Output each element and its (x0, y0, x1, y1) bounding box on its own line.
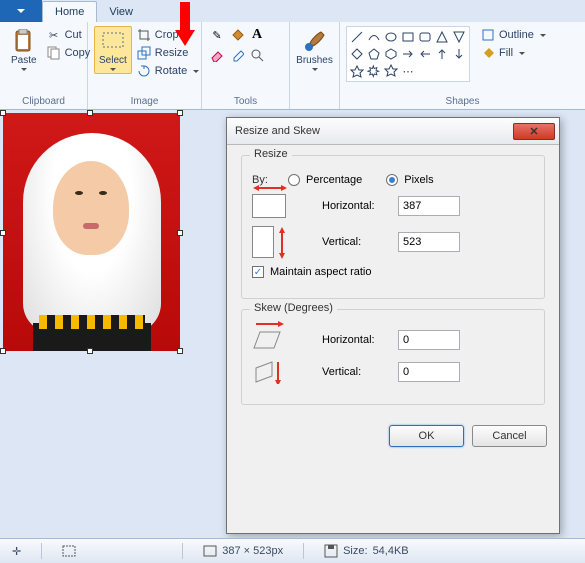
cancel-button[interactable]: Cancel (472, 425, 547, 447)
skew-horizontal-label: Horizontal: (322, 334, 392, 346)
copy-icon (46, 45, 62, 61)
percentage-label: Percentage (306, 174, 362, 186)
cut-button[interactable]: ✂Cut (46, 26, 91, 44)
picker-tool[interactable] (228, 46, 246, 64)
fill-icon (480, 45, 496, 61)
chevron-down-icon (17, 9, 25, 13)
resize-icon (136, 45, 152, 61)
rotate-icon (136, 63, 152, 79)
skew-vertical-icon (252, 360, 282, 384)
fill-tool[interactable] (228, 26, 246, 44)
zoom-tool[interactable] (248, 46, 266, 64)
fill-button[interactable]: Fill (480, 44, 546, 62)
crop-icon (136, 27, 152, 43)
pixels-radio[interactable] (386, 174, 398, 186)
outline-button[interactable]: Outline (480, 26, 546, 44)
vertical-input[interactable] (398, 232, 460, 252)
resize-legend: Resize (250, 148, 292, 160)
paste-label: Paste (11, 55, 37, 66)
skew-legend: Skew (Degrees) (250, 302, 337, 314)
group-label-clipboard: Clipboard (6, 94, 81, 109)
skew-vertical-input[interactable] (398, 362, 460, 382)
ok-button[interactable]: OK (389, 425, 464, 447)
chevron-down-icon (540, 34, 546, 37)
horizontal-input[interactable] (398, 196, 460, 216)
maintain-ratio-label: Maintain aspect ratio (270, 266, 372, 278)
skew-horizontal-input[interactable] (398, 330, 460, 350)
status-bar: ✛ 387 × 523px Size: 54,4KB (0, 538, 585, 563)
cursor-pos-icon: ✛ (12, 545, 21, 558)
percentage-radio[interactable] (288, 174, 300, 186)
horizontal-label: Horizontal: (322, 200, 392, 212)
chevron-down-icon (519, 52, 525, 55)
resize-skew-dialog: Resize and Skew ✕ Resize By: Percentage … (226, 117, 560, 534)
select-label: Select (99, 55, 127, 66)
rotate-button[interactable]: Rotate (136, 62, 199, 80)
scissors-icon: ✂ (46, 27, 62, 43)
select-icon (101, 29, 125, 53)
tab-home[interactable]: Home (42, 1, 97, 22)
close-icon: ✕ (529, 125, 538, 138)
chevron-down-icon (110, 68, 116, 71)
tab-view[interactable]: View (97, 2, 145, 22)
group-label-image: Image (94, 94, 195, 109)
horizontal-icon (252, 194, 286, 218)
skew-horizontal-icon (252, 328, 282, 352)
outline-icon (480, 27, 496, 43)
status-size: 54,4KB (373, 545, 409, 557)
paste-button[interactable]: Paste (6, 26, 42, 74)
canvas-image[interactable] (3, 113, 180, 351)
chevron-down-icon (21, 68, 27, 71)
clipboard-icon (12, 29, 36, 53)
selection-icon (62, 545, 76, 557)
chevron-down-icon (312, 68, 318, 71)
vertical-label: Vertical: (322, 236, 392, 248)
file-tab[interactable] (0, 0, 42, 22)
skew-vertical-label: Vertical: (322, 366, 392, 378)
shapes-gallery[interactable]: ⋯ (346, 26, 470, 82)
disk-icon (324, 544, 338, 558)
dialog-title: Resize and Skew (235, 125, 320, 137)
maintain-ratio-checkbox[interactable]: ✓ (252, 266, 264, 278)
resize-button[interactable]: Resize (136, 44, 199, 62)
copy-button[interactable]: Copy (46, 44, 91, 62)
text-tool[interactable]: A (248, 26, 266, 44)
dimensions-icon (203, 545, 217, 557)
brushes-button[interactable]: Brushes (291, 26, 338, 74)
close-button[interactable]: ✕ (513, 123, 555, 140)
vertical-icon (252, 226, 274, 258)
pixels-label: Pixels (404, 174, 433, 186)
brushes-label: Brushes (296, 55, 333, 66)
chevron-down-icon (193, 70, 199, 73)
group-label-tools: Tools (208, 94, 283, 109)
brush-icon (303, 29, 327, 53)
eraser-tool[interactable] (208, 46, 226, 64)
status-dimensions: 387 × 523px (222, 545, 283, 557)
group-label-shapes: Shapes (346, 94, 579, 109)
select-button[interactable]: Select (94, 26, 132, 74)
pencil-tool[interactable]: ✎ (208, 26, 226, 44)
status-size-label: Size: (343, 545, 367, 557)
